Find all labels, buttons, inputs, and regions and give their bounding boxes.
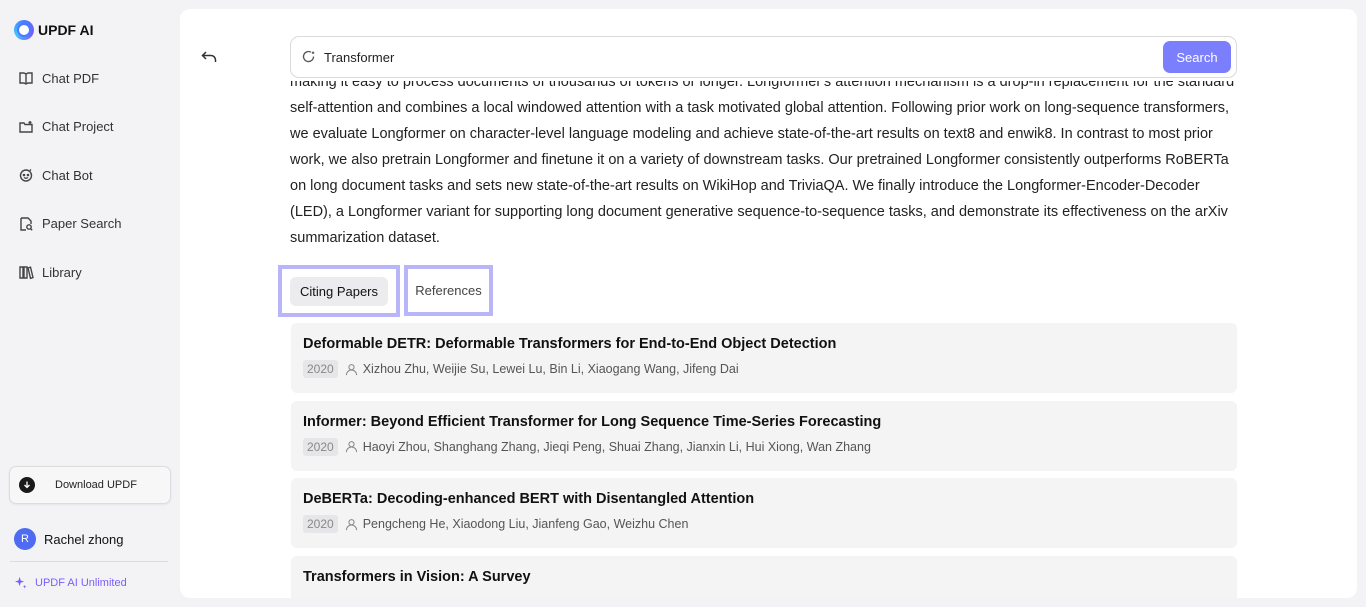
list-item[interactable]: Transformers in Vision: A Survey bbox=[291, 555, 1237, 598]
paper-authors: Haoyi Zhou, Shanghang Zhang, Jieqi Peng,… bbox=[362, 439, 871, 454]
paper-year: 2020 bbox=[303, 360, 338, 378]
library-icon bbox=[19, 266, 34, 280]
paper-list: Deformable DETR: Deformable Transformers… bbox=[291, 323, 1237, 598]
abstract: making it easy to process documents of t… bbox=[290, 81, 1235, 263]
search-button[interactable]: Search bbox=[1163, 41, 1231, 73]
paper-title: Informer: Beyond Efficient Transformer f… bbox=[303, 413, 882, 430]
plan-link[interactable]: UPDF AI Unlimited bbox=[14, 576, 127, 589]
list-item[interactable]: DeBERTa: Decoding-enhanced BERT with Dis… bbox=[291, 478, 1237, 548]
paper-title: DeBERTa: Decoding-enhanced BERT with Dis… bbox=[303, 491, 755, 507]
paper-authors: Pengcheng He, Xiaodong Liu, Jianfeng Gao… bbox=[362, 517, 689, 531]
person-icon bbox=[345, 518, 357, 530]
paper-meta: 2020 Pengcheng He, Xiaodong Liu, Jianfen… bbox=[303, 515, 1225, 533]
main-panel: Search making it easy to process documen… bbox=[180, 9, 1357, 598]
search-icon bbox=[302, 50, 315, 63]
paper-meta: 2020 Xizhou Zhu, Weijie Su, Lewei Lu, Bi… bbox=[303, 360, 1225, 378]
divider bbox=[10, 561, 168, 562]
undo-arrow-icon bbox=[201, 51, 217, 62]
app-logo[interactable]: UPDF AI bbox=[14, 20, 93, 40]
sidebar-item-library[interactable]: Library bbox=[0, 256, 180, 288]
abstract-text: making it easy to process documents of t… bbox=[290, 81, 1235, 246]
search-input[interactable] bbox=[324, 49, 1163, 65]
sidebar-item-label: Chat Project bbox=[42, 119, 114, 135]
user-name: Rachel zhong bbox=[44, 531, 124, 547]
sidebar: UPDF AI Chat PDF Chat Project Chat Bot P… bbox=[0, 0, 180, 607]
updf-logo-icon bbox=[14, 20, 34, 40]
sidebar-item-paper-search[interactable]: Paper Search bbox=[0, 208, 180, 240]
person-icon bbox=[345, 363, 357, 375]
sidebar-item-label: Chat PDF bbox=[42, 70, 100, 86]
chat-project-icon bbox=[19, 120, 33, 133]
app-name: UPDF AI bbox=[38, 22, 94, 38]
paper-title: Transformers in Vision: A Survey bbox=[303, 568, 531, 585]
sidebar-item-label: Chat Bot bbox=[42, 167, 93, 183]
sidebar-item-chat-bot[interactable]: Chat Bot bbox=[0, 159, 180, 191]
download-updf-button[interactable]: Download UPDF bbox=[9, 466, 171, 504]
download-icon bbox=[19, 477, 35, 493]
paper-year: 2020 bbox=[303, 515, 338, 533]
sidebar-item-chat-pdf[interactable]: Chat PDF bbox=[0, 62, 180, 94]
sidebar-nav: Chat PDF Chat Project Chat Bot Paper Sea… bbox=[0, 62, 180, 305]
list-item[interactable]: Deformable DETR: Deformable Transformers… bbox=[291, 323, 1237, 393]
avatar: R bbox=[14, 528, 36, 550]
chat-bot-icon bbox=[19, 169, 33, 182]
person-icon bbox=[345, 441, 357, 453]
search-bar: Search bbox=[290, 36, 1237, 78]
sidebar-item-label: Library bbox=[42, 264, 82, 280]
tab-citing-label: Citing Papers bbox=[289, 276, 389, 306]
plan-label: UPDF AI Unlimited bbox=[35, 576, 127, 589]
download-label: Download UPDF bbox=[55, 479, 137, 491]
sparkle-icon bbox=[14, 576, 27, 589]
sidebar-item-chat-project[interactable]: Chat Project bbox=[0, 111, 180, 143]
list-item[interactable]: Informer: Beyond Efficient Transformer f… bbox=[291, 400, 1237, 471]
back-button[interactable] bbox=[200, 49, 218, 67]
chat-pdf-icon bbox=[19, 72, 33, 85]
tab-references[interactable]: References bbox=[404, 265, 493, 316]
paper-authors: Xizhou Zhu, Weijie Su, Lewei Lu, Bin Li,… bbox=[362, 362, 739, 376]
user-profile[interactable]: R Rachel zhong bbox=[14, 528, 124, 550]
paper-search-icon bbox=[20, 217, 33, 231]
paper-meta: 2020 Haoyi Zhou, Shanghang Zhang, Jieqi … bbox=[303, 437, 1225, 456]
tab-references-label: References bbox=[415, 283, 482, 298]
sidebar-item-label: Paper Search bbox=[42, 216, 122, 232]
paper-year: 2020 bbox=[303, 437, 338, 456]
tab-citing-papers[interactable]: Citing Papers bbox=[278, 265, 400, 317]
paper-title: Deformable DETR: Deformable Transformers… bbox=[303, 336, 837, 352]
